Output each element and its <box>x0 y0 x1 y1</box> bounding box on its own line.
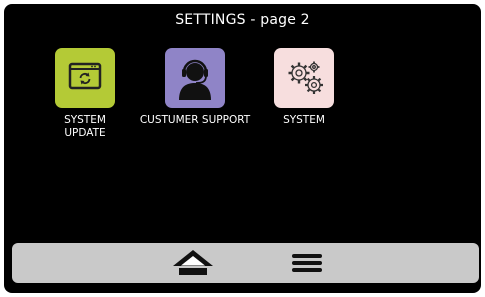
bottom-nav-bar <box>12 243 479 283</box>
system-update-icon <box>68 62 102 90</box>
system-update-label: SYSTEM UPDATE <box>64 114 106 139</box>
menu-icon <box>292 254 322 272</box>
home-button[interactable] <box>168 243 218 283</box>
system-update-button[interactable] <box>55 48 115 108</box>
system-button[interactable] <box>274 48 334 108</box>
headset-support-icon <box>179 59 211 100</box>
customer-support-label: CUSTUMER SUPPORT <box>139 114 251 126</box>
system-label: SYSTEM <box>283 114 325 126</box>
menu-button[interactable] <box>282 243 332 283</box>
home-icon <box>173 250 213 275</box>
gears-icon <box>288 61 323 94</box>
page-title: SETTINGS - page 2 <box>175 12 310 28</box>
customer-support-button[interactable] <box>165 48 225 108</box>
